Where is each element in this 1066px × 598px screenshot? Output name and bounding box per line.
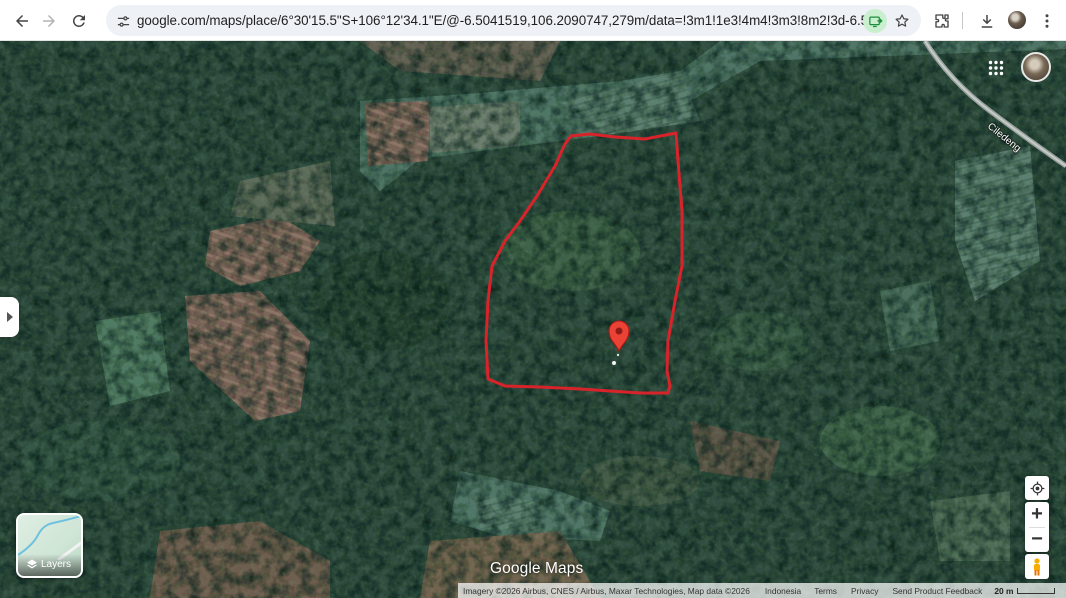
terms-link[interactable]: Terms: [814, 586, 837, 596]
google-maps-logo: Google Maps: [490, 560, 584, 577]
pegman-icon: [1034, 557, 1040, 575]
forward-button[interactable]: [36, 8, 62, 34]
zoom-out-button[interactable]: −: [1025, 528, 1049, 553]
imagery-attribution: Imagery ©2026 Airbus, CNES / Airbus, Max…: [463, 585, 750, 596]
address-bar[interactable]: google.com/maps/place/6°30'15.5"S+106°12…: [106, 5, 921, 36]
privacy-link[interactable]: Privacy: [851, 586, 878, 596]
my-location-button[interactable]: [1025, 476, 1049, 500]
satellite-map[interactable]: Ciledeng + − Layers Google Maps Imagery …: [0, 41, 1066, 598]
puzzle-icon: [935, 14, 949, 28]
zoom-controls: + −: [1025, 502, 1049, 552]
arrow-right-icon: [43, 15, 55, 27]
extensions-button[interactable]: [929, 8, 955, 34]
scale-label[interactable]: 20 m: [994, 586, 1013, 596]
satellite-imagery: [0, 41, 1066, 598]
attribution-bar: Imagery ©2026 Airbus, CNES / Airbus, Max…: [458, 583, 1066, 598]
browser-menu-button[interactable]: [1034, 8, 1060, 34]
downloads-button[interactable]: [974, 8, 1000, 34]
apps-grid-icon: [988, 60, 1004, 76]
zoom-in-button[interactable]: +: [1025, 502, 1049, 527]
layers-button[interactable]: Layers: [16, 513, 83, 578]
bookmark-star-icon[interactable]: [891, 10, 913, 32]
layers-icon: [27, 559, 37, 569]
google-account-avatar[interactable]: [1021, 52, 1051, 82]
toolbar-divider: [962, 12, 963, 29]
reload-button[interactable]: [66, 8, 92, 34]
browser-toolbar: google.com/maps/place/6°30'15.5"S+106°12…: [0, 0, 1066, 41]
send-feedback-link[interactable]: Send Product Feedback: [892, 586, 982, 596]
profile-avatar[interactable]: [1008, 11, 1026, 29]
reload-icon: [72, 14, 85, 27]
chevron-right-icon: [6, 312, 13, 322]
site-info-icon[interactable]: [112, 10, 134, 32]
url-text[interactable]: google.com/maps/place/6°30'15.5"S+106°12…: [137, 13, 867, 28]
side-panel-toggle[interactable]: [0, 297, 19, 337]
crosshair-icon: [1030, 481, 1044, 495]
scale-bar: [1017, 587, 1056, 594]
arrow-left-icon: [16, 15, 28, 27]
back-button[interactable]: [9, 8, 35, 34]
app-install-icon[interactable]: [863, 9, 887, 33]
country-link[interactable]: Indonesia: [765, 586, 801, 596]
street-view-pegman[interactable]: [1025, 554, 1049, 579]
download-icon: [981, 15, 993, 28]
google-apps-button[interactable]: [984, 56, 1008, 80]
layers-label: Layers: [41, 559, 72, 570]
kebab-menu-icon: [1045, 14, 1049, 28]
